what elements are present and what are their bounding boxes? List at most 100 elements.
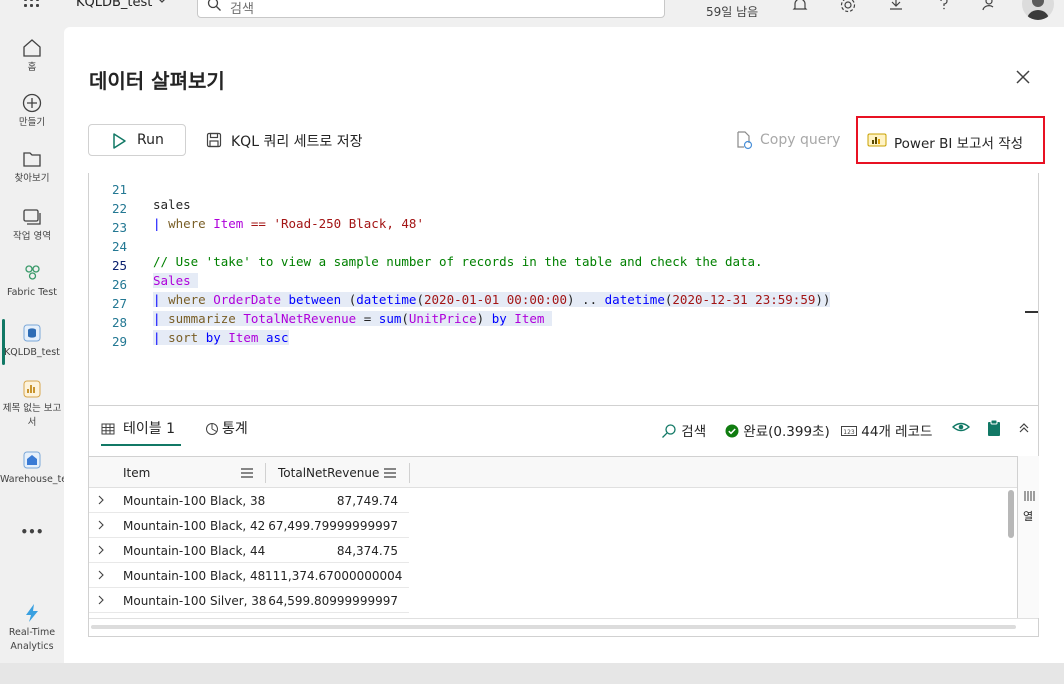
chevron-right-icon[interactable] (97, 544, 105, 559)
chevron-right-icon[interactable] (97, 519, 105, 534)
code-line: 21 sales (89, 173, 1024, 212)
query-status: 완료(0.399초) (725, 420, 830, 440)
search-input[interactable]: 검색 (197, 0, 665, 18)
rail-item-fabric-test[interactable]: Fabric Test (0, 262, 64, 300)
explore-data-panel: 데이터 살펴보기 Run KQL 쿼리 세트로 저장 Copy query Po… (64, 27, 1064, 663)
rail-item-home[interactable]: 홈 (0, 37, 64, 75)
table-row[interactable]: Mountain-100 Black, 42 67,499.7999999999… (89, 513, 409, 538)
table-row[interactable]: Mountain-100 Black, 48 111,374.670000000… (89, 563, 409, 588)
svg-text:123: 123 (843, 429, 855, 436)
tab-label: 통계 (222, 421, 248, 437)
cell-revenue: 64,599.80999999997 (268, 594, 398, 608)
avatar[interactable] (1022, 0, 1054, 20)
copy-query-label: Copy query (760, 132, 841, 148)
chevron-down-icon[interactable] (156, 0, 168, 9)
stats-icon (205, 421, 219, 440)
chevron-right-icon[interactable] (97, 594, 105, 609)
workspace-people-icon (21, 262, 43, 284)
record-count-label: 44개 레코드 (861, 424, 933, 440)
save-label: KQL 쿼리 세트로 저장 (231, 134, 363, 150)
cell-item: Mountain-100 Black, 42 (123, 519, 266, 533)
column-separator[interactable] (409, 463, 410, 483)
help-icon[interactable] (935, 0, 953, 14)
rail-label: 제목 없는 보고서 (2, 403, 62, 428)
folder-icon (21, 148, 43, 170)
column-menu-icon[interactable] (241, 467, 253, 481)
column-header-item[interactable]: Item (113, 457, 265, 488)
column-header-label: TotalNetRevenue (278, 466, 380, 480)
rail-item-kqldb-test[interactable]: KQLDB_test (0, 322, 64, 360)
double-chevron-up-icon (1019, 423, 1029, 433)
query-editor[interactable]: 21 sales 22 | where Item == 'Road-250 Bl… (88, 173, 1039, 405)
rail-label: Fabric Test (7, 287, 57, 298)
copy-query-icon (734, 130, 754, 154)
run-label: Run (137, 132, 164, 148)
warehouse-icon (21, 449, 43, 471)
app-launcher-icon[interactable] (24, 0, 42, 12)
code-line: 22 | where Item == 'Road-250 Black, 48' (89, 186, 1024, 231)
download-icon[interactable] (887, 0, 905, 14)
collapse-results-button[interactable] (1019, 422, 1029, 442)
report-icon (21, 378, 43, 400)
table-row[interactable]: Mountain-100 Black, 44 84,374.75 (89, 538, 409, 563)
code-line: 25 Sales (89, 243, 1024, 288)
grid-horizontal-scrollbar[interactable] (89, 618, 1038, 636)
table-icon (101, 421, 115, 440)
record-count: 123 44개 레코드 (841, 420, 932, 440)
check-circle-icon (725, 424, 739, 438)
run-button[interactable]: Run (88, 124, 186, 156)
rail-item-workspaces[interactable]: 작업 영역 (0, 206, 64, 244)
column-header-totalnetrevenue[interactable]: TotalNetRevenue (268, 457, 410, 488)
trial-remaining[interactable]: 59일 남음 (706, 3, 758, 20)
top-bar: KQLDB_test 검색 59일 남음 (0, 0, 1064, 27)
page-title: 데이터 살펴보기 (89, 69, 225, 93)
record-count-icon: 123 (841, 426, 857, 436)
rail-item-browse[interactable]: 찾아보기 (0, 148, 64, 186)
copy-results-button[interactable] (987, 419, 1001, 439)
tab-label: 테이블 1 (123, 421, 175, 437)
columns-panel-toggle[interactable]: 열 (1017, 456, 1039, 618)
grid-vertical-scrollbar[interactable] (1008, 490, 1014, 538)
rail-label: 만들기 (18, 117, 46, 128)
cell-revenue: 87,749.74 (336, 494, 398, 508)
build-power-bi-report-button[interactable]: Power BI 보고서 작성 (856, 116, 1045, 164)
bell-icon[interactable] (791, 0, 809, 14)
code-line: 24 // Use 'take' to view a sample number… (89, 224, 1024, 269)
share-person-icon[interactable] (981, 0, 999, 14)
left-rail: 홈 만들기 찾아보기 작업 영역 Fabric Test KQLDB_test (0, 27, 82, 663)
workspaces-icon (21, 206, 43, 228)
rail-label: Warehouse_test2 (0, 474, 82, 485)
play-icon (111, 132, 127, 154)
column-menu-icon[interactable] (384, 467, 396, 481)
columns-icon (1024, 491, 1035, 501)
search-placeholder: 검색 (230, 2, 254, 17)
table-row[interactable]: Mountain-100 Silver, 38 64,599.809999999… (89, 588, 409, 613)
cell-item: Mountain-100 Black, 48 (123, 569, 266, 583)
rail-item-create[interactable]: 만들기 (0, 92, 64, 130)
rail-item-untitled-report[interactable]: 제목 없는 보고서 (0, 378, 64, 430)
results-search-button[interactable]: 검색 (661, 420, 706, 440)
rail-item-real-time-analytics[interactable]: Real-Time Analytics (0, 602, 64, 654)
rail-more-button[interactable]: ••• (0, 523, 64, 539)
code-line: 26 | where OrderDate between (datetime(2… (89, 262, 1024, 307)
close-button[interactable] (1014, 68, 1032, 86)
show-hide-button[interactable] (951, 420, 971, 440)
results-pane: 테이블 1 통계 검색 완료(0.399초) 123 44개 레코드 Item … (88, 405, 1039, 637)
column-header-label: Item (123, 466, 151, 480)
cell-item: Mountain-100 Silver, 38 (123, 594, 267, 608)
rail-item-warehouse-test2[interactable]: Warehouse_test2 (0, 449, 82, 487)
bottom-strip (0, 663, 1064, 684)
gear-icon[interactable] (839, 0, 857, 14)
chevron-right-icon[interactable] (97, 569, 105, 584)
results-search-label: 검색 (681, 424, 707, 440)
chevron-right-icon[interactable] (97, 494, 105, 509)
home-icon (21, 37, 43, 59)
close-icon (1016, 70, 1030, 84)
cell-revenue: 67,499.79999999997 (268, 519, 398, 533)
editor-scrollbar[interactable] (1025, 311, 1038, 313)
column-separator[interactable] (265, 463, 266, 483)
rail-label: Real-Time Analytics (8, 627, 56, 652)
workspace-name[interactable]: KQLDB_test (76, 0, 152, 10)
table-row[interactable]: Mountain-100 Black, 38 87,749.74 (89, 488, 409, 513)
cell-item: Mountain-100 Black, 38 (123, 494, 266, 508)
